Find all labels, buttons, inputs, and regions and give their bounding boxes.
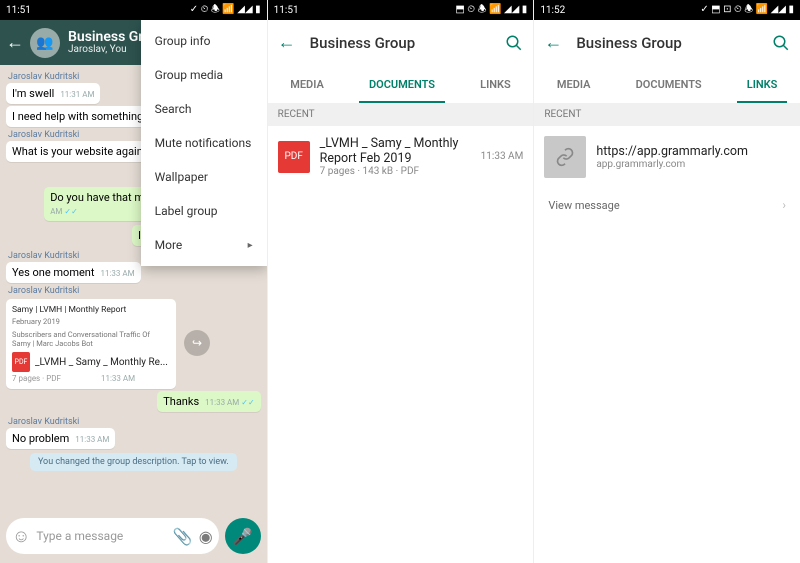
read-ticks-icon: ✓✓ — [241, 398, 254, 407]
tab-documents[interactable]: DOCUMENTS — [632, 65, 706, 103]
status-bar: 11:51 ⬒ ⏲ 🕭 📶 ◢◢ ▮ — [268, 0, 534, 20]
status-icons: ✓ ⬒ ⊡ ⏲ 🕭 📶 ◢◢ ▮ — [700, 2, 794, 19]
status-icons: ⬒ ⏲ 🕭 📶 ◢◢ ▮ — [455, 2, 527, 19]
attach-icon[interactable]: 📎 — [173, 527, 193, 546]
pdf-icon: PDF — [278, 141, 310, 173]
sender-name: Jaroslav Kudritski — [8, 417, 261, 427]
menu-label-group[interactable]: Label group — [141, 194, 267, 228]
sender-name: Jaroslav Kudritski — [8, 286, 261, 296]
document-attachment[interactable]: Samy | LVMH | Monthly Report February 20… — [6, 299, 176, 389]
input-placeholder: Type a message — [36, 529, 123, 543]
tab-media[interactable]: MEDIA — [286, 65, 328, 103]
document-name: _LVMH _ Samy _ Monthly Report Feb 2019 — [320, 136, 481, 166]
status-bar: 11:51 ✓ ⏲ 🕭 📶 ◢◢ ▮ — [0, 0, 267, 20]
document-meta: 7 pages · 143 kB · PDF — [320, 166, 481, 177]
menu-group-media[interactable]: Group media — [141, 58, 267, 92]
document-time: 11:33 AM — [481, 151, 524, 162]
status-time: 11:51 — [6, 5, 31, 16]
phone-2-documents: 11:51 ⬒ ⏲ 🕭 📶 ◢◢ ▮ ← Business Group MEDI… — [267, 0, 534, 563]
phone-1-chat-with-menu: 11:51 ✓ ⏲ 🕭 📶 ◢◢ ▮ ← 👥 Business Group Ja… — [0, 0, 267, 563]
group-avatar[interactable]: 👥 — [30, 28, 60, 58]
menu-wallpaper[interactable]: Wallpaper — [141, 160, 267, 194]
page-header: ← Business Group — [534, 20, 800, 65]
page-header: ← Business Group — [268, 20, 534, 65]
phone-3-links: 11:52 ✓ ⬒ ⊡ ⏲ 🕭 📶 ◢◢ ▮ ← Business Group … — [533, 0, 800, 563]
tab-bar: MEDIA DOCUMENTS LINKS — [268, 65, 534, 103]
incoming-message[interactable]: I need help with something — [6, 106, 149, 127]
overflow-menu: Group info Group media Search Mute notif… — [141, 20, 267, 266]
chevron-right-icon: ▸ — [248, 240, 253, 251]
emoji-icon[interactable]: ☺ — [12, 526, 30, 547]
page-title: Business Group — [310, 34, 506, 52]
link-row[interactable]: https://app.grammarly.com app.grammarly.… — [534, 126, 800, 188]
search-icon[interactable] — [505, 34, 523, 52]
back-icon[interactable]: ← — [544, 32, 562, 53]
camera-icon[interactable]: ◉ — [199, 527, 213, 546]
incoming-message[interactable]: No problem11:33 AM — [6, 428, 115, 449]
link-subtitle: app.grammarly.com — [596, 159, 790, 170]
mic-button[interactable]: 🎤 — [225, 518, 261, 554]
tab-documents[interactable]: DOCUMENTS — [365, 65, 439, 103]
tab-bar: MEDIA DOCUMENTS LINKS — [534, 65, 800, 103]
document-row[interactable]: PDF _LVMH _ Samy _ Monthly Report Feb 20… — [268, 126, 534, 187]
composer: ☺ Type a message 📎 ◉ 🎤 — [0, 515, 267, 563]
chevron-right-icon: › — [782, 198, 786, 212]
menu-mute-notifications[interactable]: Mute notifications — [141, 126, 267, 160]
tab-links[interactable]: LINKS — [743, 65, 782, 103]
message-input[interactable]: ☺ Type a message 📎 ◉ — [6, 518, 219, 554]
read-ticks-icon: ✓✓ — [64, 207, 77, 216]
section-header: RECENT — [268, 103, 534, 126]
section-header: RECENT — [534, 103, 800, 126]
status-bar: 11:52 ✓ ⬒ ⊡ ⏲ 🕭 📶 ◢◢ ▮ — [534, 0, 800, 20]
status-time: 11:51 — [274, 5, 299, 16]
link-title: https://app.grammarly.com — [596, 144, 790, 159]
tab-links[interactable]: LINKS — [476, 65, 515, 103]
link-thumbnail — [544, 136, 586, 178]
back-icon[interactable]: ← — [278, 32, 296, 53]
search-icon[interactable] — [772, 34, 790, 52]
outgoing-message[interactable]: Thanks11:33 AM✓✓ — [157, 391, 260, 412]
back-icon[interactable]: ← — [6, 32, 24, 53]
incoming-message[interactable]: I'm swell11:31 AM — [6, 83, 100, 104]
menu-more[interactable]: More▸ — [141, 228, 267, 262]
view-message-button[interactable]: View message › — [534, 188, 800, 222]
incoming-message[interactable]: What is your website again? — [6, 141, 154, 162]
page-title: Business Group — [576, 34, 772, 52]
status-time: 11:52 — [540, 5, 565, 16]
forward-icon[interactable]: ↪ — [184, 330, 210, 356]
tab-media[interactable]: MEDIA — [553, 65, 595, 103]
system-message[interactable]: You changed the group description. Tap t… — [30, 453, 237, 471]
incoming-message[interactable]: Yes one moment11:33 AM — [6, 262, 141, 283]
status-icons: ✓ ⏲ 🕭 📶 ◢◢ ▮ — [190, 2, 261, 19]
menu-group-info[interactable]: Group info — [141, 24, 267, 58]
menu-search[interactable]: Search — [141, 92, 267, 126]
pdf-icon: PDF — [12, 352, 30, 372]
